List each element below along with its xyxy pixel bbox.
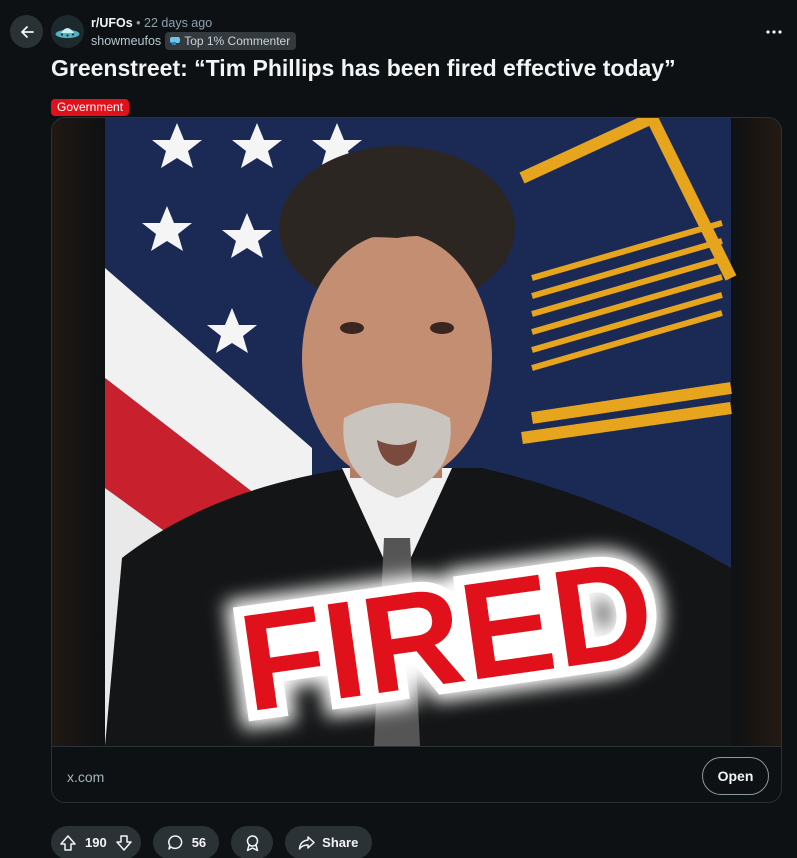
upvote-button[interactable] bbox=[59, 834, 77, 852]
upvote-icon bbox=[60, 834, 76, 851]
user-flair-label: Top 1% Commenter bbox=[184, 34, 291, 48]
ufo-icon bbox=[51, 15, 84, 48]
post-image-art: FIRED FIRED FIRED bbox=[52, 118, 781, 758]
award-button[interactable] bbox=[231, 826, 274, 858]
post-image[interactable]: FIRED FIRED FIRED bbox=[52, 118, 781, 758]
post-age: 22 days ago bbox=[144, 16, 213, 30]
vote-score: 190 bbox=[85, 835, 107, 850]
user-flair: Top 1% Commenter bbox=[165, 32, 297, 50]
downvote-icon bbox=[115, 834, 132, 851]
ellipsis-icon bbox=[766, 30, 782, 34]
downvote-button[interactable] bbox=[115, 834, 133, 852]
comments-button[interactable]: 56 bbox=[152, 826, 220, 858]
subreddit-avatar[interactable] bbox=[51, 15, 84, 48]
link-card: FIRED FIRED FIRED x.com Open bbox=[51, 117, 782, 803]
subreddit-link[interactable]: r/UFOs bbox=[91, 16, 133, 30]
arrow-left-icon bbox=[20, 25, 34, 38]
more-options-button[interactable] bbox=[759, 20, 789, 44]
link-bar: x.com Open bbox=[52, 746, 781, 802]
author-link[interactable]: showmeufos bbox=[91, 33, 161, 49]
post-meta: r/UFOs • 22 days ago showmeufos Top 1% C… bbox=[91, 15, 297, 50]
share-label: Share bbox=[322, 835, 359, 850]
award-icon bbox=[246, 834, 258, 851]
post-actions: 190 56 Share bbox=[51, 826, 373, 858]
comment-icon bbox=[167, 835, 183, 850]
meta-separator: • bbox=[136, 16, 141, 30]
open-link-button[interactable]: Open bbox=[702, 757, 769, 795]
comment-count: 56 bbox=[191, 835, 207, 850]
share-icon bbox=[298, 835, 315, 850]
link-domain[interactable]: x.com bbox=[67, 769, 104, 785]
share-button[interactable]: Share bbox=[285, 826, 373, 858]
post-title: Greenstreet: “Tim Phillips has been fire… bbox=[51, 55, 676, 81]
back-button[interactable] bbox=[10, 15, 43, 48]
vote-control: 190 bbox=[51, 826, 141, 858]
post-flair[interactable]: Government bbox=[51, 99, 130, 116]
top-commenter-icon bbox=[170, 37, 181, 45]
